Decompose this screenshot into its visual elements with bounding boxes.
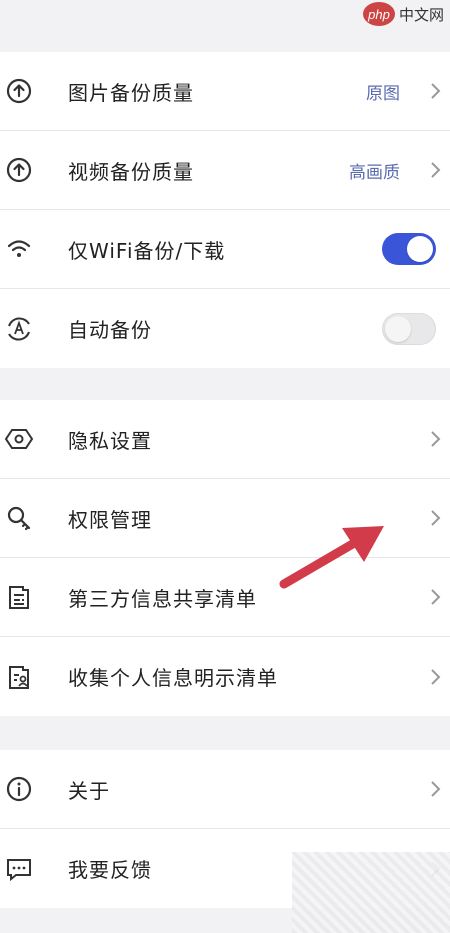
upload-circle-icon bbox=[4, 155, 34, 185]
chevron-right-icon bbox=[428, 779, 442, 799]
info-icon bbox=[4, 774, 34, 804]
person-document-icon bbox=[4, 662, 34, 692]
photo-backup-quality-row[interactable]: 图片备份质量 原图 bbox=[0, 52, 450, 131]
privacy-settings-group: 隐私设置 权限管理 第三方信息共享清单 收集个人信息明示清单 bbox=[0, 400, 450, 716]
auto-backup-label: 自动备份 bbox=[68, 318, 152, 342]
blurred-watermark-area bbox=[292, 852, 450, 933]
toggle-knob bbox=[385, 315, 411, 342]
chevron-right-icon bbox=[428, 587, 442, 607]
wifi-only-toggle[interactable] bbox=[382, 233, 436, 265]
permission-management-row[interactable]: 权限管理 bbox=[0, 479, 450, 558]
auto-backup-row: 自动备份 bbox=[0, 289, 450, 368]
video-backup-quality-label: 视频备份质量 bbox=[68, 159, 194, 184]
privacy-settings-row[interactable]: 隐私设置 bbox=[0, 400, 450, 479]
upload-circle-icon bbox=[4, 76, 34, 106]
wifi-icon bbox=[4, 234, 34, 264]
chevron-right-icon bbox=[428, 160, 442, 180]
video-backup-quality-value: 高画质 bbox=[349, 162, 400, 183]
watermark-logo: php bbox=[362, 2, 395, 26]
third-party-sharing-list-label: 第三方信息共享清单 bbox=[68, 586, 257, 611]
auto-backup-toggle[interactable] bbox=[382, 312, 436, 345]
backup-settings-group: 图片备份质量 原图 视频备份质量 高画质 仅WiFi备份/下载 自动备份 bbox=[0, 52, 450, 368]
permission-management-label: 权限管理 bbox=[68, 507, 152, 532]
photo-backup-quality-label: 图片备份质量 bbox=[68, 80, 194, 105]
feedback-icon bbox=[4, 854, 34, 884]
chevron-right-icon bbox=[428, 81, 442, 101]
personal-info-collection-list-row[interactable]: 收集个人信息明示清单 bbox=[0, 637, 450, 716]
toggle-knob bbox=[407, 236, 433, 262]
key-icon bbox=[4, 503, 34, 533]
chevron-right-icon bbox=[428, 667, 442, 687]
wifi-only-row: 仅WiFi备份/下载 bbox=[0, 210, 450, 289]
video-backup-quality-row[interactable]: 视频备份质量 高画质 bbox=[0, 131, 450, 210]
hexagon-eye-icon bbox=[4, 424, 34, 454]
third-party-sharing-list-row[interactable]: 第三方信息共享清单 bbox=[0, 558, 450, 637]
photo-backup-quality-value: 原图 bbox=[366, 83, 400, 104]
privacy-settings-label: 隐私设置 bbox=[68, 428, 152, 453]
chevron-right-icon bbox=[428, 429, 442, 449]
watermark-text: 中文网 bbox=[398, 6, 444, 24]
personal-info-collection-list-label: 收集个人信息明示清单 bbox=[68, 666, 278, 690]
share-document-icon bbox=[4, 582, 34, 612]
about-row[interactable]: 关于 bbox=[0, 750, 450, 829]
chevron-right-icon bbox=[428, 508, 442, 528]
watermark: php 中文网 bbox=[362, 2, 444, 26]
feedback-label: 我要反馈 bbox=[68, 858, 152, 882]
wifi-only-label: 仅WiFi备份/下载 bbox=[68, 238, 226, 263]
about-label: 关于 bbox=[68, 778, 110, 803]
auto-sync-icon bbox=[4, 314, 34, 344]
